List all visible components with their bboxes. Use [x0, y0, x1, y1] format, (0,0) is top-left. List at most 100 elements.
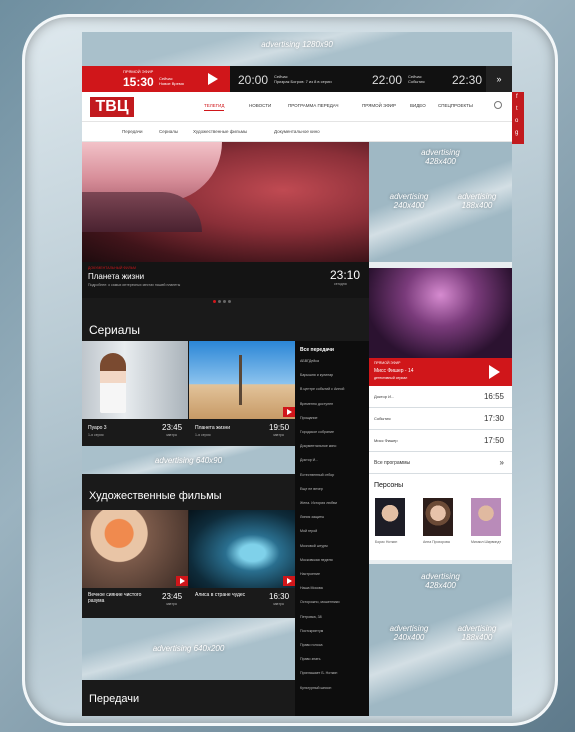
- card-day: завтра: [273, 433, 284, 437]
- ad-banner-bottom[interactable]: advertising 640x200: [82, 618, 295, 680]
- live-sub: детективный сериал: [374, 376, 408, 380]
- card-title: Алиса в стране чудес: [195, 592, 246, 598]
- section-heading-shows: Передачи: [89, 693, 140, 705]
- programs-list-item[interactable]: В центре событий с Анной: [300, 387, 344, 391]
- schedule-item[interactable]: События 17:30: [369, 408, 512, 430]
- schedule-item[interactable]: Мисс Фишер 17:50: [369, 430, 512, 452]
- nav-item-live[interactable]: ПРЯМОЙ ЭФИР: [362, 103, 396, 108]
- programs-list-item[interactable]: Мозговой штурм: [300, 544, 328, 548]
- card-episode: 1-я серия: [88, 433, 104, 437]
- play-icon[interactable]: [283, 576, 295, 586]
- programs-list-item[interactable]: Мой герой: [300, 529, 317, 533]
- programs-list-item[interactable]: Постскриптум: [300, 629, 323, 633]
- subnav-item-films[interactable]: Художественные фильмы: [193, 129, 247, 134]
- schedule-time: 17:50: [483, 436, 504, 445]
- ad-block-right-lower[interactable]: advertising 428x400 advertising 240x400 …: [369, 564, 512, 716]
- play-icon[interactable]: [208, 73, 218, 85]
- section-heading-serials: Сериалы: [89, 323, 141, 337]
- twitter-icon[interactable]: t: [516, 106, 518, 112]
- serial-card[interactable]: Пуаро 3 1-я серия 23:45 завтра: [82, 341, 188, 441]
- site-logo[interactable]: ТВЦ: [90, 97, 134, 117]
- schedule-strip: ПРЯМОЙ ЭФИР 15:30 Сейчас Новое Время 20:…: [82, 66, 512, 92]
- ad-label: advertising 428x400: [421, 572, 460, 590]
- person-name: Михаил Ширвиндт: [471, 540, 501, 544]
- schedule-slot[interactable]: 22:30: [450, 66, 486, 92]
- ad-block-right[interactable]: advertising 428x400 advertising 240x400 …: [369, 142, 512, 262]
- now-playing[interactable]: ПРЯМОЙ ЭФИР 15:30 Сейчас Новое Время: [82, 66, 230, 92]
- programs-list-item[interactable]: Документальное кино: [300, 444, 336, 448]
- schedule-slot[interactable]: 20:00 Сейчас Призрак Богров: 7 из 8 в се…: [236, 66, 366, 92]
- card-day: завтра: [273, 602, 284, 606]
- schedule-slot[interactable]: 22:00 Сейчас События: [370, 66, 450, 92]
- ad-banner-top[interactable]: advertising 1280x90: [82, 32, 512, 66]
- person-card[interactable]: Михаил Ширвиндт: [471, 498, 505, 554]
- programs-list-item[interactable]: Петровка, 38: [300, 615, 322, 619]
- programs-list-item[interactable]: Доктор И...: [300, 458, 318, 462]
- programs-list-item[interactable]: Право голоса: [300, 643, 323, 647]
- subnav-item-serials[interactable]: Сериалы: [159, 129, 178, 134]
- programs-list-item[interactable]: Линия защиты: [300, 515, 324, 519]
- ad-label: advertising 640x90: [154, 456, 223, 465]
- programs-list-item[interactable]: Еще не вечер: [300, 487, 323, 491]
- nav-item-special[interactable]: СПЕЦПРОЕКТЫ: [438, 103, 473, 108]
- programs-list-item[interactable]: Городское собрание: [300, 430, 334, 434]
- nav-item-news[interactable]: НОВОСТИ: [249, 103, 271, 108]
- programs-list-item[interactable]: Приглашает Б. Ноткин: [300, 671, 337, 675]
- facebook-icon[interactable]: f: [516, 94, 518, 100]
- ad-banner-mid[interactable]: advertising 640x90: [82, 446, 295, 474]
- programs-list-item[interactable]: Барышня и кулинар: [300, 373, 333, 377]
- person-name: Борис Ноткин: [375, 540, 398, 544]
- person-card[interactable]: Анна Прохорова: [423, 498, 457, 554]
- film-card[interactable]: Вечное сияние чистого разума 23:45 завтр…: [82, 510, 188, 610]
- person-name: Анна Прохорова: [423, 540, 450, 544]
- live-player[interactable]: [369, 268, 512, 358]
- programs-list-item[interactable]: Право знать: [300, 657, 321, 661]
- play-icon[interactable]: [176, 576, 188, 586]
- all-programs-link[interactable]: Все программы »: [369, 452, 512, 474]
- slider-dots[interactable]: [213, 300, 237, 304]
- persons-heading: Персоны: [374, 482, 404, 489]
- ad-label: advertising 188x400: [457, 192, 497, 210]
- ad-label: advertising 640x200: [152, 644, 225, 653]
- nav-item-schedule[interactable]: ПРОГРАММА ПЕРЕДАЧ: [288, 103, 338, 108]
- hero-time: 23:10: [330, 268, 361, 282]
- programs-list-item[interactable]: Жена. История любви: [300, 501, 337, 505]
- programs-list-item[interactable]: Прощание: [300, 416, 318, 420]
- right-sidebar: advertising 428x400 advertising 240x400 …: [369, 142, 512, 716]
- film-card[interactable]: Алиса в стране чудес 16:30 завтра: [189, 510, 295, 610]
- nav-item-video[interactable]: ВИДЕО: [410, 103, 426, 108]
- now-time: 15:30: [123, 75, 154, 89]
- programs-list-item[interactable]: Московская неделя: [300, 558, 333, 562]
- programs-list-heading[interactable]: Все передачи: [300, 347, 334, 353]
- programs-list-item[interactable]: Наша Москва: [300, 586, 323, 590]
- schedule-item[interactable]: Доктор И... 16:55: [369, 386, 512, 408]
- ad-label: advertising 188x400: [457, 624, 497, 642]
- odnoklassniki-icon[interactable]: o: [515, 118, 518, 124]
- programs-list-item[interactable]: АБВГДейка: [300, 359, 319, 363]
- nav-item-tv-guide[interactable]: ТЕЛЕГИД: [204, 103, 225, 111]
- card-time: 16:30: [269, 592, 290, 601]
- programs-list-item[interactable]: Настроение: [300, 572, 320, 576]
- social-icons: f t o g: [512, 92, 524, 144]
- schedule-next-button[interactable]: »: [486, 66, 512, 92]
- subnav-item-docs[interactable]: Документальное кино: [274, 129, 320, 134]
- ad-label: advertising 428x400: [421, 148, 460, 166]
- google-icon[interactable]: g: [515, 130, 518, 136]
- live-caption[interactable]: ПРЯМОЙ ЭФИР Мисс Фишер - 14 детективный …: [369, 358, 512, 386]
- serial-card[interactable]: Планета жизни 1-я серия 19:50 завтра: [189, 341, 295, 441]
- ad-label: advertising 240x400: [389, 192, 429, 210]
- programs-list-item[interactable]: Осторожно, мошенники: [300, 600, 339, 604]
- play-icon[interactable]: [489, 365, 500, 379]
- hero-caption[interactable]: ДОКУМЕНТАЛЬНЫЙ ФИЛЬМ Планета жизни Подро…: [82, 262, 369, 298]
- play-icon[interactable]: [283, 407, 295, 417]
- subnav-item-shows[interactable]: Передачи: [122, 129, 143, 134]
- schedule-name: Доктор И...: [374, 394, 395, 399]
- slot-title: Сейчас Призрак Богров: 7 из 8 в серии: [274, 74, 332, 84]
- hero-image[interactable]: [82, 142, 369, 262]
- schedule-name: Мисс Фишер: [374, 438, 398, 443]
- programs-list-item[interactable]: Временно доступен: [300, 402, 333, 406]
- search-icon[interactable]: [494, 101, 502, 109]
- programs-list-item[interactable]: Естественный отбор: [300, 473, 334, 477]
- person-card[interactable]: Борис Ноткин: [375, 498, 409, 554]
- programs-list-item[interactable]: Культурный шпион: [300, 686, 331, 690]
